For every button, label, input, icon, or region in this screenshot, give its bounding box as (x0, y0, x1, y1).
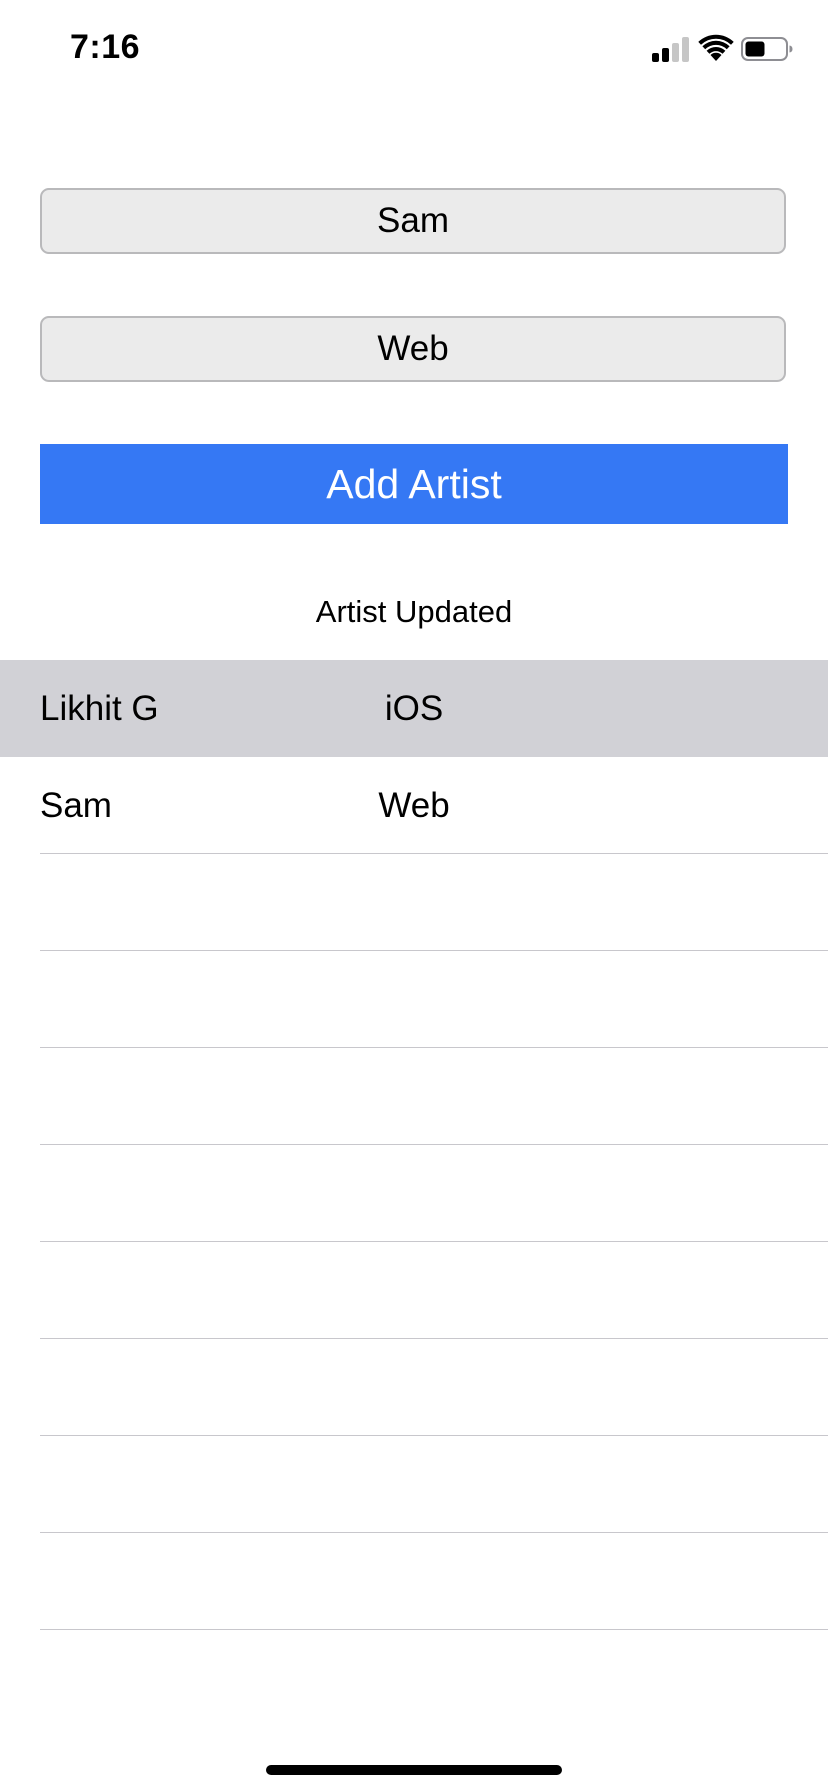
status-bar: 7:16 (0, 0, 828, 100)
wifi-icon (698, 34, 734, 61)
artist-name-cell: Likhit G (40, 689, 159, 728)
table-row[interactable] (0, 1339, 828, 1436)
artist-name-field[interactable] (40, 188, 786, 254)
artist-table: Likhit G iOS Sam Web (0, 660, 828, 1630)
table-row[interactable] (0, 1048, 828, 1145)
add-artist-button[interactable]: Add Artist (40, 444, 788, 524)
cellular-signal-icon (652, 36, 692, 62)
table-row[interactable] (0, 1533, 828, 1630)
row-separator (40, 1629, 828, 1630)
table-row[interactable] (0, 854, 828, 951)
battery-icon (741, 37, 793, 61)
home-indicator[interactable] (266, 1765, 562, 1775)
table-row[interactable]: Likhit G iOS (0, 660, 828, 757)
status-message: Artist Updated (315, 594, 513, 629)
status-time: 7:16 (70, 28, 141, 66)
table-row[interactable] (0, 1145, 828, 1242)
table-row[interactable] (0, 1436, 828, 1533)
app-screen: 7:16 Add Artist Artist Updated Likhit G i… (0, 0, 828, 1792)
table-row[interactable]: Sam Web (0, 757, 828, 854)
artist-type-cell: iOS (384, 689, 444, 728)
artist-name-cell: Sam (40, 786, 112, 825)
table-row[interactable] (0, 951, 828, 1048)
artist-type-cell: Web (378, 786, 450, 825)
artist-type-field[interactable] (40, 316, 786, 382)
table-row[interactable] (0, 1242, 828, 1339)
